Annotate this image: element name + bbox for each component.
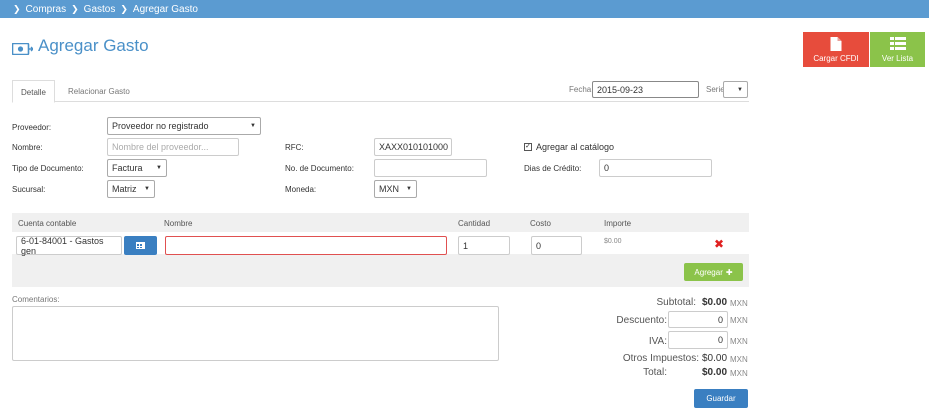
moneda-select[interactable]: MXN ▼ xyxy=(374,180,417,198)
no-documento-label: No. de Documento: xyxy=(285,164,354,173)
tipo-documento-select[interactable]: Factura ▼ xyxy=(107,159,167,177)
total-value: $0.00 xyxy=(702,367,728,378)
sucursal-select[interactable]: Matriz ▼ xyxy=(107,180,155,198)
tab-detalle[interactable]: Detalle xyxy=(12,80,55,103)
subtotal-currency: MXN xyxy=(730,299,748,308)
total-label: Total: xyxy=(643,367,667,378)
comentarios-label: Comentarios: xyxy=(12,295,60,304)
proveedor-label: Proveedor: xyxy=(12,123,52,132)
guardar-button[interactable]: Guardar xyxy=(694,389,748,408)
tipo-documento-label: Tipo de Documento: xyxy=(12,164,84,173)
descuento-currency: MXN xyxy=(730,316,748,325)
nombre-proveedor-input[interactable]: Nombre del proveedor... xyxy=(107,138,239,156)
header-cantidad: Cantidad xyxy=(458,219,491,228)
page-title-text: Agregar Gasto xyxy=(38,36,149,55)
descuento-label: Descuento: xyxy=(616,315,667,326)
chevron-right-icon: ❯ xyxy=(13,3,21,14)
caret-down-icon: ▼ xyxy=(250,123,256,129)
proveedor-select[interactable]: Proveedor no registrado ▼ xyxy=(107,117,261,135)
iva-currency: MXN xyxy=(730,337,748,346)
no-documento-input[interactable] xyxy=(374,159,487,177)
rfc-input[interactable]: XAXX010101000 xyxy=(374,138,452,156)
breadcrumb: ❯ Compras ❯ Gastos ❯ Agregar Gasto xyxy=(0,0,929,18)
dias-credito-label: Dias de Crédito: xyxy=(524,164,582,173)
caret-down-icon: ▼ xyxy=(737,86,743,93)
otros-impuestos-label: Otros Impuestos: xyxy=(622,353,699,364)
agregar-catalogo-checkbox[interactable]: ✓ xyxy=(524,143,532,151)
file-icon xyxy=(830,37,842,51)
agregar-catalogo-label: Agregar al catálogo xyxy=(536,142,615,152)
nombre-label: Nombre: xyxy=(12,143,43,152)
proveedor-value: Proveedor no registrado xyxy=(112,121,209,131)
otros-impuestos-currency: MXN xyxy=(730,355,748,364)
chevron-right-icon: ❯ xyxy=(120,3,128,14)
ver-lista-label: Ver Lista xyxy=(881,54,914,63)
items-table: Cuenta contable Nombre Cantidad Costo Im… xyxy=(12,213,749,287)
sucursal-label: Sucursal: xyxy=(12,185,46,194)
cuenta-contable-input[interactable]: 6-01-84001 - Gastos gen xyxy=(16,236,122,256)
breadcrumb-compras[interactable]: Compras xyxy=(26,4,67,15)
calendar-icon xyxy=(136,242,145,249)
fecha-input[interactable]: 2015-09-23 xyxy=(592,81,699,98)
header-importe: Importe xyxy=(604,219,632,228)
header-cuenta-contable: Cuenta contable xyxy=(18,219,77,228)
total-currency: MXN xyxy=(730,369,748,378)
subtotal-label: Subtotal: xyxy=(656,297,696,308)
descuento-input[interactable]: 0 xyxy=(668,311,728,328)
cargar-cfdi-button[interactable]: Cargar CFDI xyxy=(803,32,869,67)
money-icon xyxy=(11,40,34,56)
iva-input[interactable]: 0 xyxy=(668,331,728,349)
ver-lista-button[interactable]: Ver Lista xyxy=(870,32,925,67)
chevron-right-icon: ❯ xyxy=(71,3,79,14)
breadcrumb-current: Agregar Gasto xyxy=(132,3,198,15)
caret-down-icon: ▼ xyxy=(144,186,150,192)
serie-select[interactable]: ▼ xyxy=(723,81,748,98)
delete-row-icon[interactable]: ✖ xyxy=(714,237,724,251)
header-costo: Costo xyxy=(530,219,551,228)
comentarios-textarea[interactable] xyxy=(12,306,499,361)
dias-credito-input[interactable]: 0 xyxy=(599,159,712,177)
plus-icon: ✚ xyxy=(725,267,733,277)
fecha-label: Fecha: xyxy=(569,85,594,94)
cuenta-picker-button[interactable] xyxy=(124,236,157,255)
breadcrumb-gastos[interactable]: Gastos xyxy=(84,4,116,15)
iva-label: IVA: xyxy=(648,336,667,347)
rfc-label: RFC: xyxy=(285,143,304,152)
moneda-value: MXN xyxy=(379,184,399,194)
serie-label: Serie xyxy=(706,85,725,94)
importe-value: $0.00 xyxy=(604,238,622,245)
header-nombre: Nombre xyxy=(164,219,193,228)
caret-down-icon: ▼ xyxy=(156,165,162,171)
cargar-cfdi-label: Cargar CFDI xyxy=(813,54,859,63)
subtotal-value: $0.00 xyxy=(702,297,728,308)
agregar-label: Agregar xyxy=(694,267,723,277)
agregar-item-button[interactable]: Agregar ✚ xyxy=(684,263,743,281)
otros-impuestos-value: $0.00 xyxy=(702,353,728,364)
list-icon xyxy=(889,37,906,50)
item-nombre-input[interactable] xyxy=(165,236,447,255)
tipo-documento-value: Factura xyxy=(112,163,143,173)
cantidad-input[interactable]: 1 xyxy=(458,236,510,255)
sucursal-value: Matriz xyxy=(112,184,137,194)
costo-input[interactable]: 0 xyxy=(531,236,582,255)
tab-relacionar-gasto[interactable]: Relacionar Gasto xyxy=(60,80,138,103)
page-title: Agregar Gasto xyxy=(11,36,149,56)
moneda-label: Moneda: xyxy=(285,185,317,194)
caret-down-icon: ▼ xyxy=(406,186,412,192)
